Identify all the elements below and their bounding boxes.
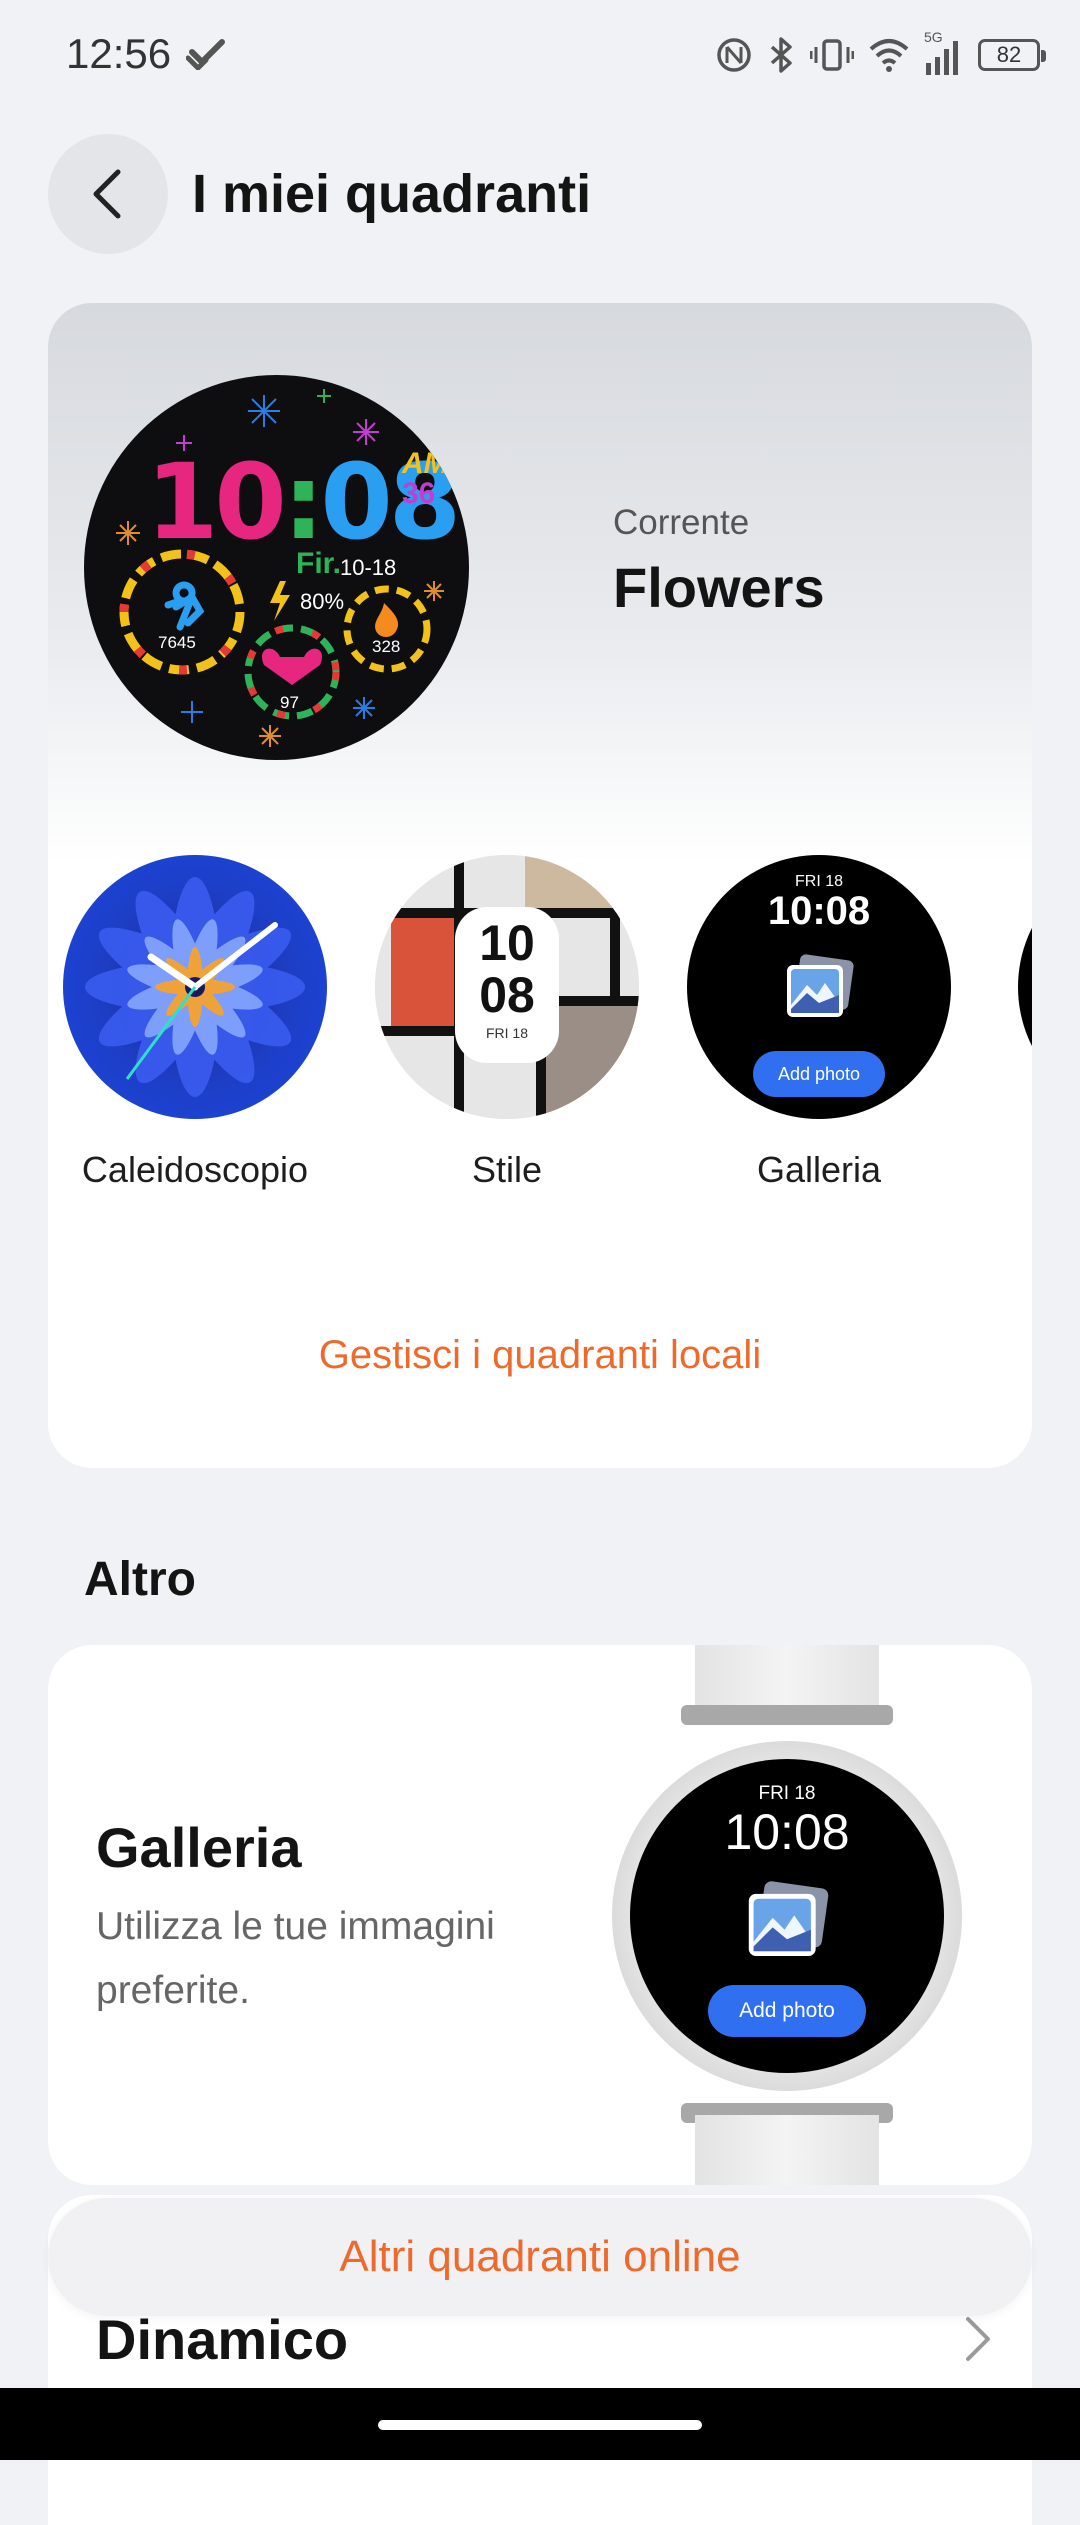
watchface-caleidoscopio[interactable]: Caleidoscopio <box>60 855 330 1191</box>
dynamic-card-title: Dinamico <box>96 2308 349 2371</box>
stile-date: FRI 18 <box>485 1025 528 1041</box>
flowers-face-decoration <box>116 389 444 747</box>
page-title: I miei quadranti <box>192 164 592 224</box>
stile-time-panel: 10 08 FRI 18 <box>455 907 559 1063</box>
nfc-icon <box>717 38 751 72</box>
preview-day: Fir. <box>296 547 342 580</box>
preview-battery: 80% <box>300 589 345 614</box>
watchface-next-partial[interactable] <box>1018 855 1032 1119</box>
stile-thumbnail: 10 08 FRI 18 <box>375 855 639 1119</box>
watch-photo-icon <box>748 1881 829 1957</box>
face-label-caleidoscopio: Caleidoscopio <box>81 1149 309 1190</box>
preview-seconds: 36 <box>402 477 436 510</box>
current-watchface-preview[interactable]: 10:08 AM 36 Fir. 10-18 80% 7645 97 328 <box>84 375 469 760</box>
kaleidoscope-pattern <box>85 877 305 1097</box>
watch-lug-top <box>681 1705 893 1725</box>
battery-indicator: 82 <box>978 39 1046 71</box>
more-online-watchfaces-button[interactable]: Altri quadranti online <box>48 2198 1032 2316</box>
gallery-card[interactable]: Galleria Utilizza le tue immagini prefer… <box>48 1645 1032 2185</box>
verified-badge-icon <box>186 39 225 70</box>
chevron-right-icon <box>966 2317 990 2361</box>
chevron-left-icon <box>93 169 121 219</box>
galleria-thumb-time: 10:08 <box>767 889 871 933</box>
stile-minute: 08 <box>479 967 535 1023</box>
manage-local-watchfaces-link[interactable]: Gestisci i quadranti locali <box>48 1333 1032 1378</box>
vibrate-icon <box>810 39 854 71</box>
section-title-altro: Altro <box>84 1553 196 1606</box>
wifi-icon <box>869 39 909 72</box>
my-watchfaces-card: 10:08 AM 36 Fir. 10-18 80% 7645 97 328 C… <box>48 303 1032 1468</box>
battery-level: 82 <box>996 42 1022 67</box>
watchface-stile[interactable]: 10 08 FRI 18 Stile <box>372 855 642 1191</box>
bluetooth-icon <box>770 37 792 73</box>
watch-add-photo-button: Add photo <box>708 1985 866 2037</box>
watch-screen-time: 10:08 <box>724 1804 850 1860</box>
current-label: Corrente <box>613 503 750 542</box>
home-indicator[interactable] <box>378 2420 702 2430</box>
watch-screen: FRI 18 10:08 Add photo <box>630 1759 944 2073</box>
status-icons: 5G 82 <box>714 29 1046 80</box>
watch-screen-date: FRI 18 <box>758 1783 816 1804</box>
watchface-galleria[interactable]: FRI 18 10:08 Add photo Galleria <box>684 855 954 1191</box>
preview-steps: 7645 <box>158 633 196 652</box>
stile-hour: 10 <box>479 915 535 971</box>
gallery-card-title: Galleria <box>96 1816 302 1879</box>
photo-icon <box>787 954 854 1017</box>
current-watchface-name: Flowers <box>613 556 825 619</box>
preview-calories: 328 <box>372 637 401 656</box>
back-button[interactable] <box>48 134 168 254</box>
galleria-thumbnail: FRI 18 10:08 Add photo <box>687 855 951 1119</box>
face-label-galleria: Galleria <box>756 1149 882 1190</box>
preview-date: 10-18 <box>340 555 397 580</box>
status-time: 12:56 <box>66 30 172 77</box>
watch-strap-bottom <box>695 2115 879 2185</box>
preview-hour: 10 <box>146 441 287 563</box>
signal-icon: 5G <box>924 29 964 77</box>
face-label-stile: Stile <box>471 1149 543 1190</box>
caleidoscopio-thumbnail <box>63 855 327 1119</box>
preview-ampm: AM <box>402 447 449 480</box>
preview-heart-rate: 97 <box>280 693 299 712</box>
galleria-thumb-add-photo: Add photo <box>753 1051 885 1097</box>
gallery-card-description: Utilizza le tue immagini preferite. <box>96 1905 495 2012</box>
